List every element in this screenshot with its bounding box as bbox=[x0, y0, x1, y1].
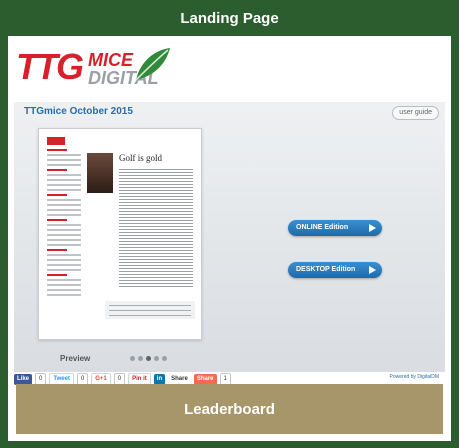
facebook-like-button[interactable]: Like bbox=[14, 373, 33, 385]
page-title: Landing Page bbox=[180, 9, 279, 27]
preview-label: Preview bbox=[60, 354, 91, 363]
mini-logo bbox=[47, 137, 65, 145]
pagination-dot[interactable] bbox=[154, 356, 159, 361]
content-panel: TTG MICE DIGITAL TTGmice October 2015 us… bbox=[8, 36, 451, 441]
leaf-icon bbox=[135, 48, 170, 81]
powered-by-link[interactable]: Powered by DigitalDM bbox=[390, 374, 439, 380]
pagination-dot[interactable] bbox=[130, 356, 135, 361]
online-edition-button[interactable]: ONLINE Edition bbox=[288, 220, 382, 236]
page-footer bbox=[105, 301, 195, 319]
online-edition-label: ONLINE Edition bbox=[296, 224, 349, 231]
desktop-edition-button[interactable]: DESKTOP Edition bbox=[288, 262, 382, 278]
linkedin-icon[interactable]: in bbox=[153, 373, 166, 385]
linkedin-share-button[interactable]: Share bbox=[168, 373, 191, 385]
pagination-dot[interactable] bbox=[162, 356, 167, 361]
page-headline: Golf is gold bbox=[119, 153, 163, 163]
landing-frame: Landing Page TTG MICE DIGITAL TTGmice Oc… bbox=[0, 0, 459, 448]
ttg-mice-digital-logo[interactable]: TTG MICE DIGITAL bbox=[14, 44, 174, 90]
magazine-viewer: TTGmice October 2015 user guide Golf is … bbox=[14, 102, 445, 372]
preview-pagination bbox=[130, 356, 167, 361]
pagination-dot[interactable] bbox=[138, 356, 143, 361]
magazine-page-thumbnail[interactable]: Golf is gold bbox=[38, 128, 202, 340]
play-arrow-icon bbox=[369, 266, 376, 274]
mini-sidebar bbox=[47, 149, 81, 299]
play-arrow-icon bbox=[369, 224, 376, 232]
logo-ttg-text: TTG bbox=[16, 46, 84, 87]
pagination-dot-active[interactable] bbox=[146, 356, 151, 361]
desktop-edition-label: DESKTOP Edition bbox=[296, 266, 356, 273]
share-button[interactable]: Share bbox=[193, 373, 217, 385]
page-body-text bbox=[119, 169, 193, 289]
portrait-photo bbox=[87, 153, 113, 193]
user-guide-button[interactable]: user guide bbox=[392, 106, 439, 120]
issue-title: TTGmice October 2015 bbox=[24, 106, 133, 117]
leaderboard-ad[interactable]: Leaderboard bbox=[16, 384, 443, 434]
